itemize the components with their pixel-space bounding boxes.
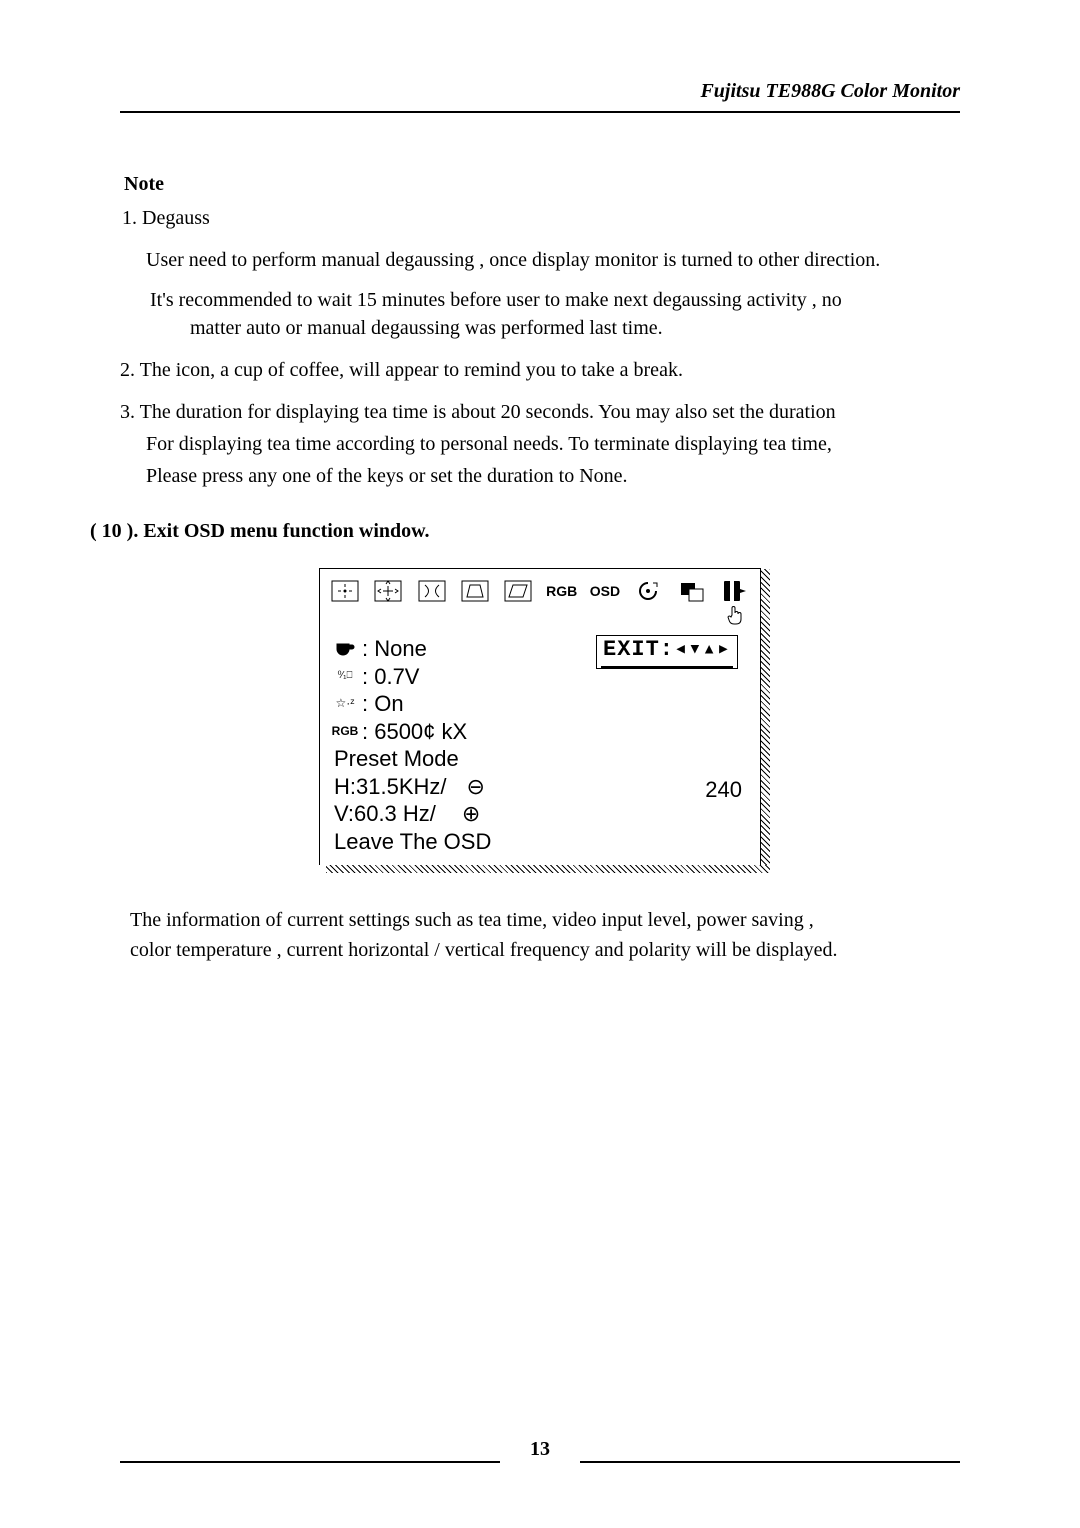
size-icon [373, 579, 403, 603]
power-saving-value: : On [362, 690, 404, 718]
rgb-icon: RGB [547, 579, 577, 603]
exit-label: EXIT: [603, 637, 674, 662]
teatime-value: : None [362, 635, 427, 663]
color-temp-value: : 6500¢ kX [362, 718, 467, 746]
page-header: Fujitsu TE988G Color Monitor [120, 80, 960, 111]
note-item-3-line1: 3. The duration for displaying tea time … [120, 398, 960, 426]
preset-mode: Preset Mode [334, 745, 596, 773]
footer-rule-left [120, 1461, 500, 1463]
header-rule [120, 111, 960, 113]
recall-icon [677, 579, 707, 603]
v-freq: V:60.3 Hz/ [334, 800, 436, 828]
degauss-icon [633, 579, 663, 603]
note-item-3-line2: For displaying tea time according to per… [146, 430, 960, 458]
note-item-1-sub1: User need to perform manual degaussing ,… [146, 246, 960, 274]
leave-osd: Leave The OSD [334, 828, 596, 856]
footer-rule-right [580, 1461, 960, 1463]
h-freq: H:31.5KHz/ [334, 773, 447, 801]
page-number: 13 [520, 1438, 560, 1461]
h-polarity-icon: ⊖ [467, 773, 485, 801]
video-level-icon: ⁰⁄₁⎕ [334, 670, 356, 683]
rgb-mini-icon: RGB [334, 724, 356, 739]
parallelogram-icon [503, 579, 533, 603]
osd-icon-row: RGB OSD [320, 569, 760, 605]
note-item-1-sub2: It's recommended to wait 15 minutes befo… [150, 286, 960, 342]
hand-icon [726, 605, 744, 625]
note-item-1-label: 1. Degauss [122, 204, 960, 232]
osd-hand-cursor [320, 605, 760, 627]
section-title: ( 10 ). Exit OSD menu function window. [90, 520, 960, 543]
video-level-value: : 0.7V [362, 663, 419, 691]
note-heading: Note [124, 173, 960, 196]
osd-text-icon: OSD [590, 579, 620, 603]
note-item-2: 2. The icon, a cup of coffee, will appea… [120, 356, 960, 384]
shadow-bottom [326, 865, 770, 873]
osd-screenshot: RGB OSD : None ⁰⁄₁⎕ : 0.7V [120, 568, 960, 865]
note-item-3-line3: Please press any one of the keys or set … [146, 462, 960, 490]
osd-counter: 240 [596, 777, 746, 803]
page-footer: 13 [120, 1450, 960, 1473]
pincushion-icon [417, 579, 447, 603]
exit-indicator-box: EXIT:◂▾▴▸ [596, 635, 738, 669]
power-saving-icon: ☆·ᶻ [334, 696, 356, 711]
osd-status-list: : None ⁰⁄₁⎕ : 0.7V ☆·ᶻ : On RGB : 6500¢ … [334, 635, 596, 855]
shadow-right [760, 569, 770, 865]
exit-icon [720, 579, 750, 603]
trapezoid-icon [460, 579, 490, 603]
exit-arrows: ◂▾▴▸ [674, 637, 731, 662]
position-icon [330, 579, 360, 603]
cup-icon [334, 642, 356, 656]
header-title: Fujitsu TE988G Color Monitor [700, 80, 960, 102]
v-polarity-icon: ⊕ [462, 800, 480, 828]
info-paragraph: The information of current settings such… [130, 905, 960, 965]
